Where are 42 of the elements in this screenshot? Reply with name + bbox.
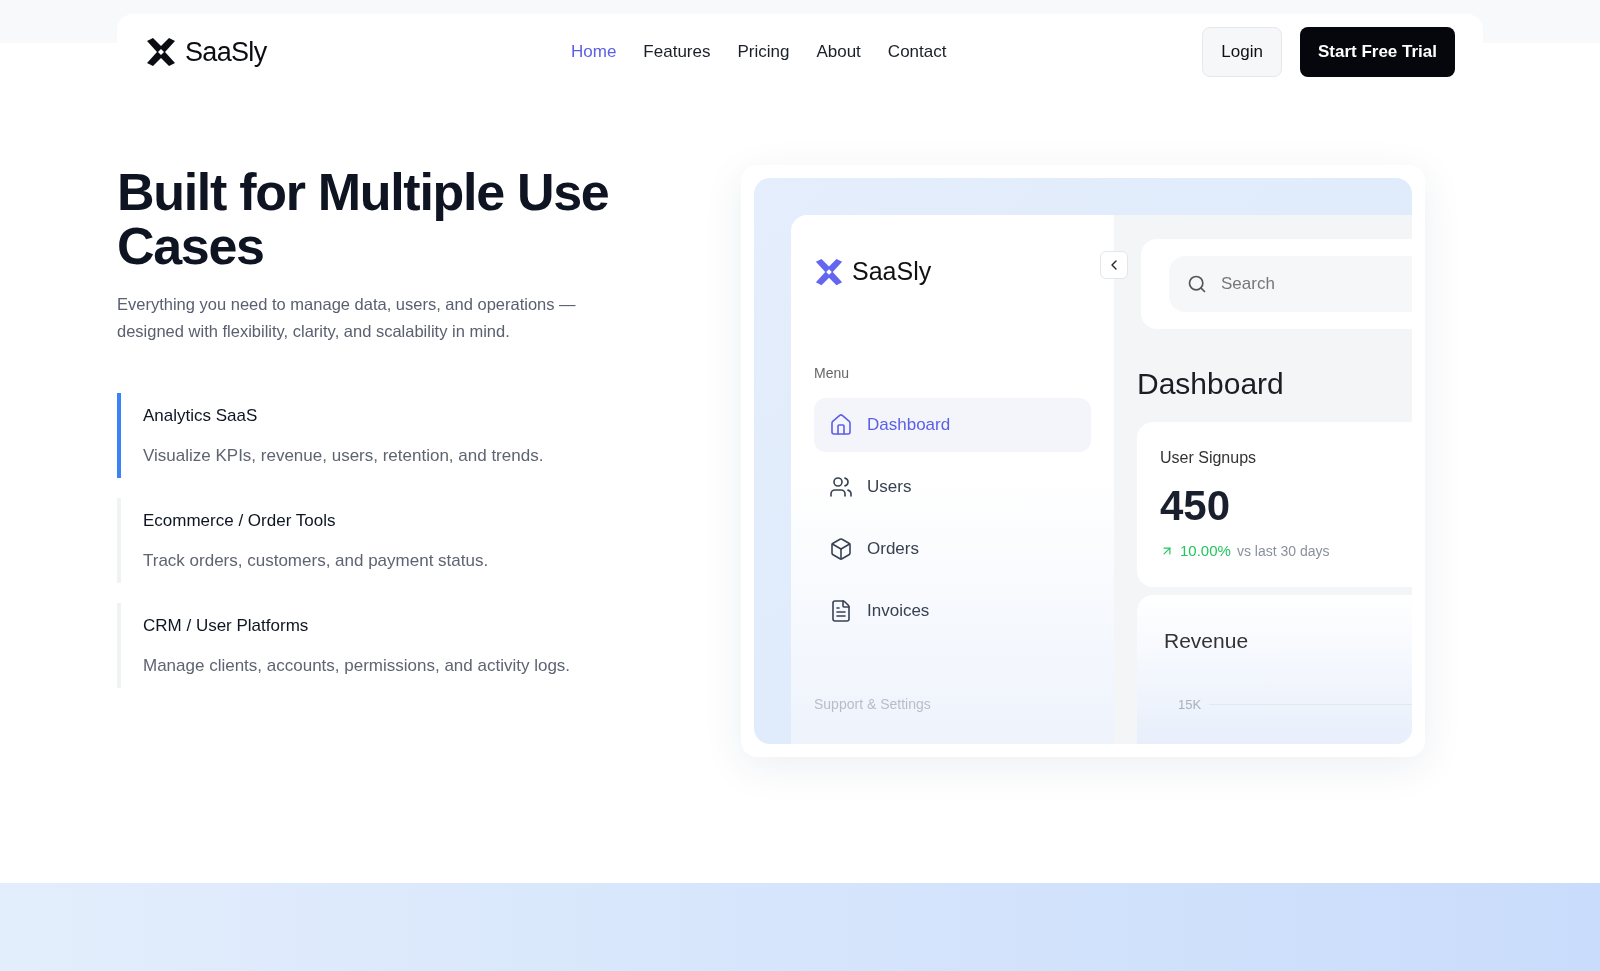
hero-subtitle: Everything you need to manage data, users, and operations — designed with flexibility, clarity, and scalability in mind. xyxy=(117,294,577,342)
search-icon xyxy=(1187,274,1207,294)
use-case-description: Visualize KPIs, revenue, users, retention, and trends. xyxy=(143,444,545,467)
box-icon xyxy=(829,536,853,561)
nav-link[interactable]: About xyxy=(816,39,861,65)
menu-item[interactable]: Users xyxy=(814,459,1091,514)
nav-link[interactable]: Contact xyxy=(887,39,947,65)
search-field[interactable]: Search xyxy=(1169,256,1412,312)
use-case-title: Analytics SaaS xyxy=(143,405,259,427)
menu-item[interactable]: Dashboard xyxy=(814,397,1091,452)
logo-icon xyxy=(814,256,844,287)
brand-name: SaaSly xyxy=(185,35,267,69)
axis-label: 15K xyxy=(1178,695,1202,714)
use-case-title: CRM / User Platforms xyxy=(143,615,310,637)
stat-change: 10.00% xyxy=(1180,541,1231,561)
mock-brand-name: SaaSly xyxy=(852,256,932,287)
users-icon xyxy=(829,474,853,499)
logo-icon xyxy=(145,36,177,68)
use-case-description: Manage clients, accounts, permissions, and activity logs. xyxy=(143,654,572,677)
use-case-item[interactable]: Analytics SaaS Visualize KPIs, revenue, users, retention, and trends. xyxy=(117,393,657,478)
document-icon xyxy=(829,598,853,623)
stat-label: User Signups xyxy=(1160,448,1258,468)
nav-link[interactable]: Features xyxy=(643,39,711,65)
home-icon xyxy=(829,412,853,437)
support-label: Support & Settings xyxy=(814,694,932,714)
nav-link[interactable]: Home xyxy=(571,39,617,65)
nav-link[interactable]: Pricing xyxy=(737,39,790,65)
use-case-description: Track orders, customers, and payment status. xyxy=(143,549,490,572)
menu-label: Menu xyxy=(814,363,851,383)
use-case-item[interactable]: CRM / User Platforms Manage clients, accounts, permissions, and activity logs. xyxy=(117,603,657,688)
revenue-title: Revenue xyxy=(1164,628,1250,654)
menu-item[interactable]: Invoices xyxy=(814,583,1091,638)
menu-item[interactable]: Orders xyxy=(814,521,1091,576)
page-title: Dashboard xyxy=(1137,366,1285,402)
collapse-button[interactable] xyxy=(1100,251,1128,279)
stat-value: 450 xyxy=(1160,482,1232,530)
stat-comparison: vs last 30 days xyxy=(1236,541,1330,561)
use-case-item[interactable]: Ecommerce / Order Tools Track orders, customers, and payment status. xyxy=(117,498,657,583)
hero-title: Built for Multiple Use Cases xyxy=(117,165,610,273)
login-button[interactable]: Login xyxy=(1202,27,1282,77)
use-case-title: Ecommerce / Order Tools xyxy=(143,510,337,532)
start-trial-button[interactable]: Start Free Trial xyxy=(1299,27,1455,77)
